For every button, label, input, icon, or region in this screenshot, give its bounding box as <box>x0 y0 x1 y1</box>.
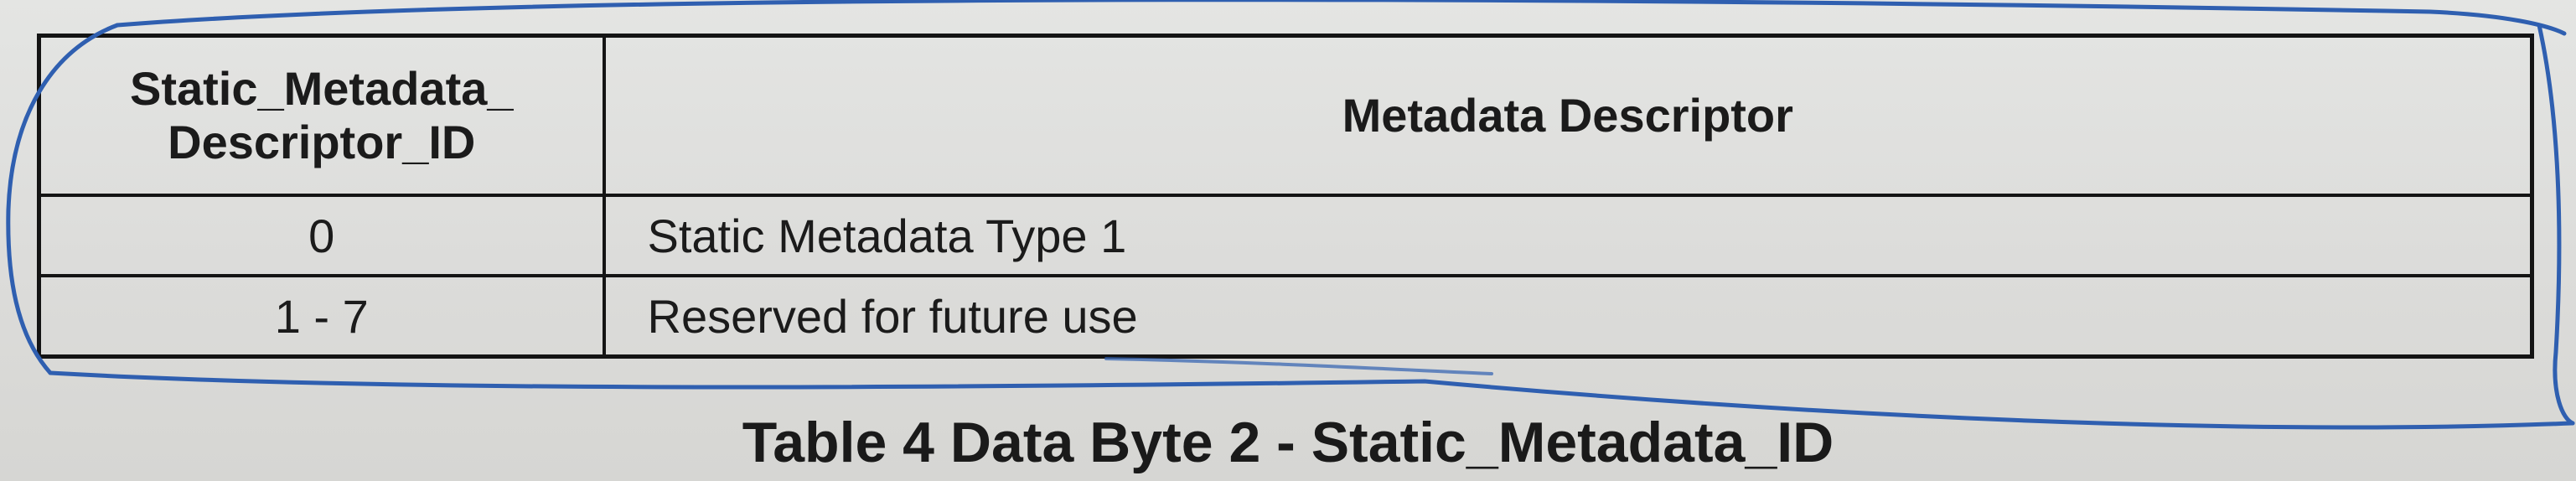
pen-stroke-bottom-echo <box>1104 357 1493 375</box>
table-header-row: Static_Metadata_ Descriptor_ID Metadata … <box>37 34 2534 197</box>
metadata-descriptor-table: Static_Metadata_ Descriptor_ID Metadata … <box>37 34 2534 359</box>
table-row: 0 Static Metadata Type 1 <box>37 193 2534 278</box>
pen-stroke-top <box>115 0 2567 36</box>
row-id-cell: 0 <box>37 193 606 278</box>
table-row: 1 - 7 Reserved for future use <box>37 274 2534 359</box>
row-id-cell: 1 - 7 <box>37 274 606 359</box>
pen-stroke-right <box>2537 23 2575 426</box>
row-descriptor-cell: Static Metadata Type 1 <box>602 193 2534 278</box>
table-caption: Table 4 Data Byte 2 - Static_Metadata_ID <box>742 411 1834 474</box>
header-metadata-descriptor: Metadata Descriptor <box>602 34 2534 197</box>
row-descriptor-cell: Reserved for future use <box>602 274 2534 359</box>
header-static-metadata-descriptor-id: Static_Metadata_ Descriptor_ID <box>37 34 606 197</box>
document-page: Static_Metadata_ Descriptor_ID Metadata … <box>0 0 2576 481</box>
